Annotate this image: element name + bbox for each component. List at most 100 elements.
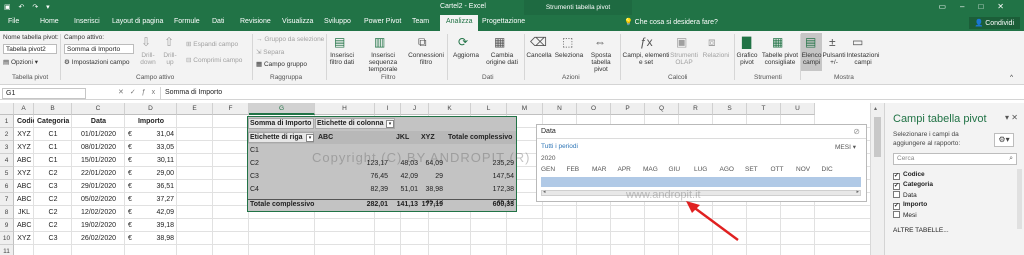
timeline-month-label[interactable]: DIC — [822, 166, 833, 173]
timeline-level-dropdown[interactable]: MESI ▾ — [835, 143, 856, 151]
timeline-month-label[interactable]: AGO — [720, 166, 734, 173]
options-button[interactable]: ▤ Opzioni ▾ — [3, 58, 38, 66]
row-header[interactable]: 2 — [0, 128, 14, 141]
timeline-month-label[interactable]: OTT — [771, 166, 784, 173]
column-header[interactable]: M — [507, 103, 543, 115]
change-source-button[interactable]: Cambia origine dati — [482, 52, 522, 66]
row-header[interactable]: 4 — [0, 154, 14, 167]
recommended-pivot-button[interactable]: Tabelle pivot consigliate — [760, 52, 800, 66]
window-controls[interactable]: ▭–□✕ — [938, 2, 1018, 11]
tab-analyze[interactable]: Analizza — [440, 15, 479, 31]
column-header[interactable]: I — [375, 103, 401, 115]
olap-tools-button[interactable]: Strumenti OLAP — [668, 52, 700, 66]
column-header[interactable]: C — [72, 103, 125, 115]
tab-view[interactable]: Visualizza — [282, 18, 313, 25]
share-button[interactable]: 👤 Condividi — [968, 17, 1020, 29]
expand-field-button[interactable]: ⊞ Espandi campo — [186, 40, 238, 48]
column-header[interactable]: G — [249, 103, 315, 115]
column-header[interactable]: R — [679, 103, 713, 115]
field-search-input[interactable]: Cerca ⌕ — [893, 153, 1017, 165]
column-filter-dropdown[interactable]: ▾ — [386, 120, 394, 128]
tab-insert[interactable]: Inserisci — [74, 18, 100, 25]
timeline-slicer[interactable]: Data ⊘ Tutti i periodi MESI ▾ 2020 GEN FE… — [536, 124, 867, 202]
timeline-month-label[interactable]: GIU — [669, 166, 681, 173]
checkbox-empty-icon[interactable] — [893, 191, 900, 198]
row-header[interactable]: 5 — [0, 167, 14, 180]
more-tables-link[interactable]: ALTRE TABELLE... — [893, 227, 949, 234]
row-header[interactable]: 7 — [0, 193, 14, 206]
tab-team[interactable]: Team — [412, 18, 429, 25]
column-header[interactable]: D — [125, 103, 177, 115]
timeline-month-label[interactable]: MAR — [592, 166, 606, 173]
tab-page-layout[interactable]: Layout di pagina — [112, 18, 163, 25]
gear-icon[interactable]: ⚙▾ — [994, 133, 1014, 147]
row-header[interactable]: 3 — [0, 141, 14, 154]
scroll-left-icon[interactable]: ◂ — [543, 189, 546, 195]
column-header[interactable]: Q — [645, 103, 679, 115]
insert-timeline-button[interactable]: Inserisci sequenza temporale — [358, 52, 408, 73]
active-field-input[interactable]: Somma di Importo — [64, 44, 134, 54]
timeline-month-label[interactable]: GEN — [541, 166, 555, 173]
tab-file[interactable]: File — [8, 18, 19, 25]
field-checkbox-item[interactable]: ✓ Importo — [893, 201, 927, 210]
column-header[interactable]: H — [315, 103, 375, 115]
filter-connections-button[interactable]: Connessioni filtro — [408, 52, 444, 66]
timeline-month-label[interactable]: NOV — [796, 166, 810, 173]
row-filter-dropdown[interactable]: ▾ — [306, 134, 314, 142]
scroll-thumb[interactable] — [874, 117, 881, 157]
move-pivot-button[interactable]: Sposta tabella pivot — [584, 52, 618, 73]
relationships-button[interactable]: Relazioni — [700, 52, 732, 59]
row-header[interactable]: 8 — [0, 206, 14, 219]
refresh-button[interactable]: Aggiorna — [450, 52, 482, 59]
scroll-up-icon[interactable]: ▴ — [874, 105, 877, 112]
column-header[interactable]: F — [213, 103, 249, 115]
drill-down-button[interactable]: Drill-down — [138, 52, 158, 66]
sheet-vertical-scrollbar[interactable]: ▴ — [870, 103, 884, 255]
row-header[interactable]: 9 — [0, 219, 14, 232]
insert-slicer-button[interactable]: Inserisci filtro dati — [326, 52, 358, 66]
column-header[interactable]: B — [34, 103, 72, 115]
sheet-row[interactable] — [14, 245, 884, 255]
scroll-right-icon[interactable]: ▸ — [856, 189, 859, 195]
field-checkbox-item[interactable]: ✓ Categoria — [893, 181, 933, 190]
timeline-month-label[interactable]: MAG — [643, 166, 658, 173]
column-header[interactable]: P — [611, 103, 645, 115]
row-header[interactable]: 11 — [0, 245, 14, 255]
clear-filter-icon[interactable]: ⊘ — [853, 127, 860, 136]
pivot-chart-button[interactable]: Grafico pivot — [734, 52, 760, 66]
column-header[interactable]: U — [781, 103, 815, 115]
checkbox-checked-icon[interactable]: ✓ — [893, 173, 900, 180]
timeline-month-label[interactable]: LUG — [694, 166, 707, 173]
field-checkbox-item[interactable]: Mesi — [893, 211, 917, 219]
formula-buttons[interactable]: ✕✓ƒx — [118, 88, 161, 96]
select-button[interactable]: Seleziona — [552, 52, 586, 59]
tab-power-pivot[interactable]: Power Pivot — [364, 18, 401, 25]
group-selection-button[interactable]: → Gruppo da selezione — [256, 36, 324, 43]
field-list-scrollbar[interactable] — [1017, 169, 1022, 229]
field-checkbox-item[interactable]: Data — [893, 191, 917, 199]
pivot-name-input[interactable]: Tabella pivot2 — [3, 44, 57, 54]
fields-items-sets-button[interactable]: Campi, elementi e set — [622, 52, 670, 66]
collapse-ribbon-icon[interactable]: ^ — [1010, 74, 1013, 81]
name-box[interactable]: G1 — [2, 88, 86, 99]
buttons-pm-button[interactable]: Pulsanti +/- — [822, 52, 846, 66]
timeline-month-label[interactable]: SET — [745, 166, 758, 173]
tab-review[interactable]: Revisione — [240, 18, 271, 25]
column-header[interactable]: K — [429, 103, 471, 115]
select-all-corner[interactable] — [0, 103, 14, 115]
tab-design[interactable]: Progettazione — [482, 18, 525, 25]
timeline-month-label[interactable]: APR — [618, 166, 631, 173]
column-header[interactable]: J — [401, 103, 429, 115]
checkbox-empty-icon[interactable] — [893, 211, 900, 218]
collapse-field-button[interactable]: ⊟ Comprimi campo — [186, 56, 242, 64]
field-settings-button[interactable]: ⚙ Impostazioni campo — [64, 58, 129, 66]
field-headers-button[interactable]: Intestazioni campi — [846, 52, 880, 66]
tab-data[interactable]: Dati — [212, 18, 224, 25]
timeline-selection-bar[interactable] — [541, 177, 861, 187]
formula-input[interactable]: Somma di Importo — [160, 87, 1024, 100]
column-header[interactable]: E — [177, 103, 213, 115]
ungroup-button[interactable]: ⇲ Separa — [256, 48, 284, 56]
checkbox-checked-icon[interactable]: ✓ — [893, 203, 900, 210]
column-header[interactable]: T — [747, 103, 781, 115]
tab-home[interactable]: Home — [40, 18, 59, 25]
